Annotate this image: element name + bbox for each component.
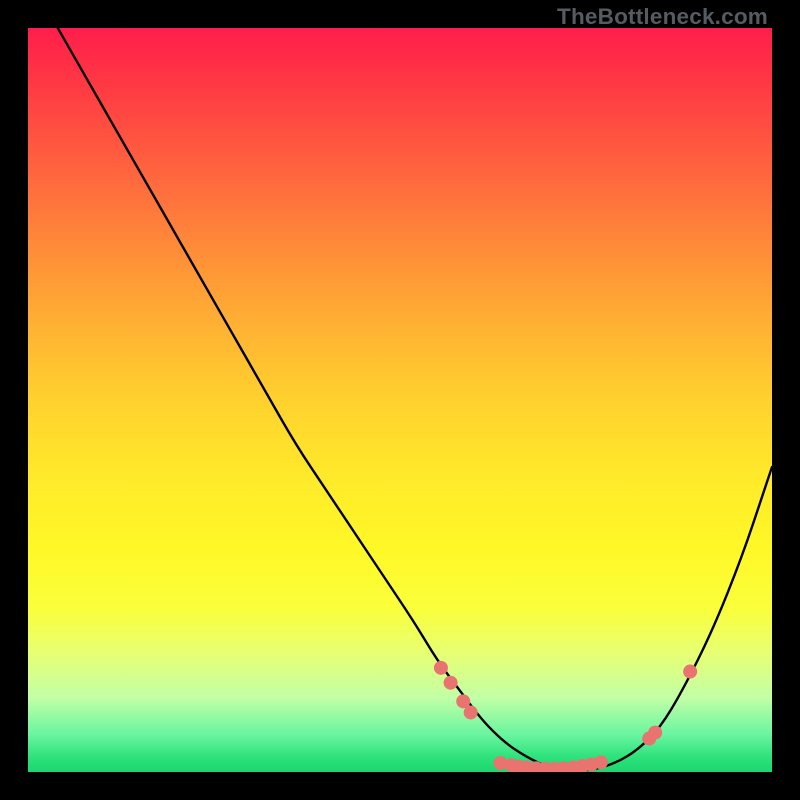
highlight-point [683, 665, 697, 679]
highlight-point [464, 705, 478, 719]
highlight-point [444, 676, 458, 690]
chart-stage: TheBottleneck.com [0, 0, 800, 800]
bottleneck-curve [28, 28, 772, 771]
bottleneck-chart [28, 28, 772, 772]
highlight-point [648, 726, 662, 740]
watermark-text: TheBottleneck.com [557, 4, 768, 30]
highlight-point [434, 661, 448, 675]
plot-area [28, 28, 772, 772]
highlight-point [594, 755, 608, 769]
highlight-markers [434, 661, 697, 772]
